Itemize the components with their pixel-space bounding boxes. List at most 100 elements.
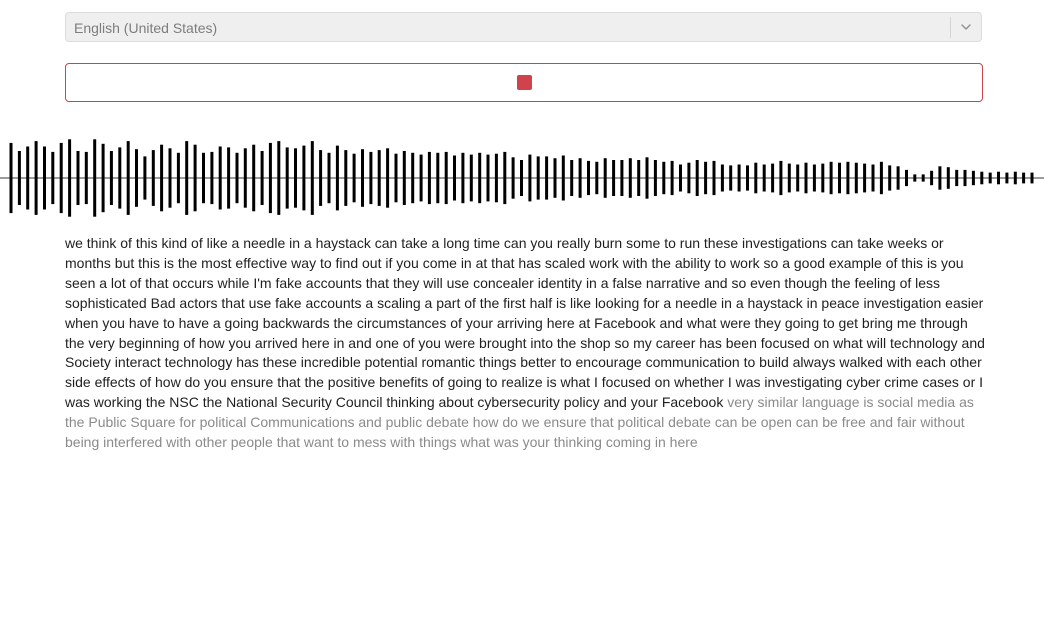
waveform-bar bbox=[679, 164, 682, 192]
waveform-bar bbox=[511, 157, 515, 199]
waveform-bar bbox=[955, 169, 959, 187]
waveform-bar bbox=[143, 156, 147, 200]
waveform-bar bbox=[628, 158, 632, 198]
waveform-bar bbox=[871, 164, 875, 192]
waveform-bar bbox=[930, 170, 934, 186]
waveform-bar bbox=[51, 151, 55, 205]
waveform-bar bbox=[43, 146, 46, 210]
waveform-bar bbox=[268, 142, 272, 214]
speech-to-text-page: English (United States) we think of this… bbox=[0, 0, 1044, 628]
waveform-bar bbox=[93, 139, 97, 217]
waveform-bar bbox=[118, 147, 122, 209]
waveform-bar bbox=[386, 148, 390, 208]
waveform-bar bbox=[980, 171, 984, 185]
waveform-bar bbox=[310, 141, 314, 215]
waveform-bar bbox=[520, 160, 523, 196]
transcript-final: we think of this kind of like a needle i… bbox=[65, 235, 985, 411]
language-select[interactable]: English (United States) bbox=[65, 12, 982, 42]
waveform-bar bbox=[402, 151, 406, 205]
waveform-bar bbox=[653, 160, 657, 196]
waveform-bar bbox=[478, 152, 482, 204]
waveform-bar bbox=[394, 153, 398, 203]
waveform-bar bbox=[612, 160, 616, 196]
waveform-bar bbox=[595, 161, 599, 195]
waveform-bar bbox=[838, 162, 841, 194]
waveform-bar bbox=[762, 164, 766, 192]
waveform-bar bbox=[905, 169, 908, 187]
waveform-bar bbox=[84, 151, 88, 205]
waveform-bar bbox=[1005, 172, 1009, 184]
waveform-bar bbox=[135, 149, 138, 207]
waveform-bar bbox=[285, 147, 289, 209]
waveform-bar bbox=[578, 158, 582, 198]
waveform-bar bbox=[453, 155, 456, 201]
waveform-bar bbox=[695, 160, 699, 196]
waveform-bar bbox=[76, 151, 80, 205]
waveform-bar bbox=[854, 162, 858, 194]
waveform-bar bbox=[327, 152, 331, 204]
waveform-bar bbox=[227, 147, 231, 209]
waveform-bar bbox=[176, 152, 180, 204]
language-select-value: English (United States) bbox=[74, 20, 218, 36]
waveform-bar bbox=[59, 142, 63, 214]
waveform-bar bbox=[971, 170, 975, 186]
waveform-bar bbox=[1022, 172, 1026, 184]
waveform-bar bbox=[377, 150, 381, 206]
waveform-bar bbox=[796, 164, 800, 192]
waveform-bar bbox=[302, 145, 306, 211]
waveform-bar bbox=[503, 151, 507, 205]
waveform-bar bbox=[804, 162, 808, 194]
waveform-bar bbox=[243, 148, 247, 208]
waveform-bar bbox=[963, 169, 967, 187]
waveform-bar bbox=[737, 164, 741, 192]
waveform-bar bbox=[335, 145, 339, 211]
waveform-bar bbox=[160, 144, 164, 212]
waveform-bar bbox=[34, 141, 38, 215]
stop-icon bbox=[517, 75, 532, 90]
waveform-bar bbox=[645, 157, 649, 199]
chevron-down-icon[interactable] bbox=[960, 21, 972, 33]
waveform-bar bbox=[486, 154, 490, 202]
waveform-bar bbox=[553, 158, 557, 198]
waveform-bar bbox=[896, 166, 900, 190]
waveform-bar bbox=[787, 163, 791, 193]
waveform-bar bbox=[469, 154, 473, 202]
waveform-bar bbox=[319, 150, 323, 206]
waveform-bar bbox=[988, 172, 992, 184]
waveform-bar bbox=[754, 162, 758, 194]
waveform-bar bbox=[427, 151, 431, 205]
waveform-bar bbox=[938, 166, 942, 190]
waveform-bar bbox=[444, 151, 448, 205]
waveform-bar bbox=[344, 150, 348, 206]
waveform-bar bbox=[603, 158, 607, 198]
waveform-bar bbox=[411, 152, 415, 204]
waveform-bar bbox=[461, 152, 465, 204]
waveform-bar bbox=[570, 160, 574, 196]
waveform-bar bbox=[202, 152, 205, 204]
waveform-bar bbox=[771, 163, 775, 193]
stop-recording-button[interactable] bbox=[65, 63, 983, 102]
waveform-bar bbox=[729, 165, 733, 191]
waveform-bar bbox=[193, 144, 197, 212]
waveform-bar bbox=[946, 167, 950, 189]
waveform-bar bbox=[997, 171, 1000, 185]
waveform-bar bbox=[746, 165, 749, 191]
waveform-bar bbox=[879, 161, 883, 195]
waveform-bar bbox=[352, 153, 356, 203]
waveform-bar bbox=[419, 154, 423, 202]
waveform-bar bbox=[720, 164, 724, 192]
waveform-bar bbox=[913, 174, 917, 182]
waveform-bar bbox=[712, 160, 716, 196]
waveform-bar bbox=[863, 163, 867, 193]
waveform-bar bbox=[218, 146, 222, 210]
waveform-bar bbox=[779, 160, 783, 196]
waveform-bar bbox=[829, 161, 833, 195]
waveform-bar bbox=[260, 151, 264, 205]
waveform-bar bbox=[210, 151, 214, 205]
waveform-bar bbox=[1030, 172, 1034, 184]
waveform-bar bbox=[1013, 171, 1017, 185]
waveform-bar bbox=[294, 148, 297, 208]
waveform-bar bbox=[277, 141, 281, 215]
waveform-bar bbox=[369, 151, 373, 205]
waveform-bar bbox=[528, 154, 532, 202]
